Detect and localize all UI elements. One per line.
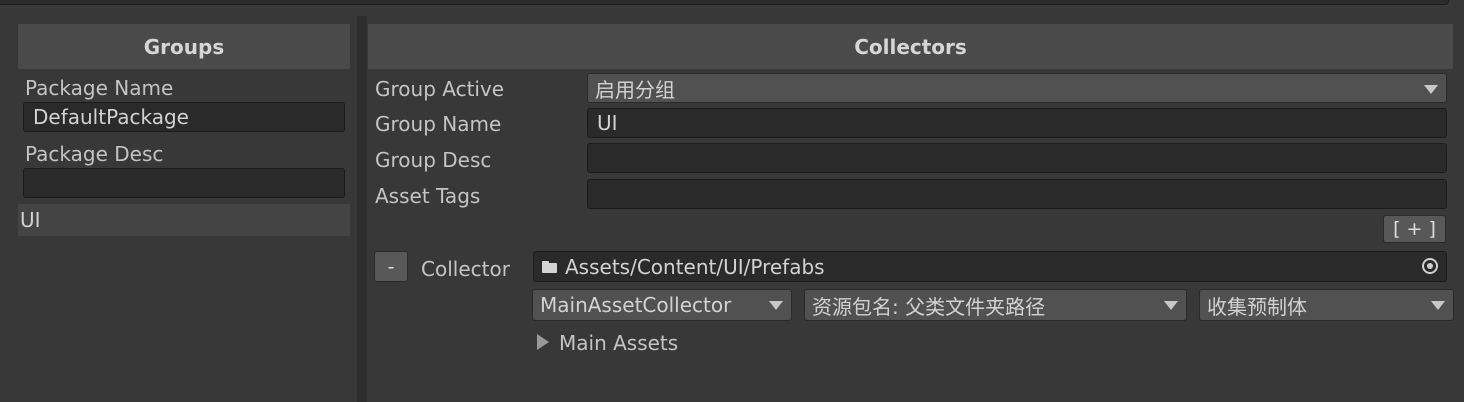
address-rule-value: 资源包名: 父类文件夹路径 [812, 294, 1046, 319]
group-desc-label: Group Desc [375, 148, 492, 172]
asset-tags-field[interactable] [587, 179, 1447, 209]
collector-path-field[interactable]: Assets/Content/UI/Prefabs [533, 251, 1447, 282]
groups-header: Groups [18, 24, 350, 69]
dropdown-caret-icon [769, 301, 783, 310]
asset-tags-label: Asset Tags [375, 184, 481, 208]
collector-path-value: Assets/Content/UI/Prefabs [565, 254, 825, 279]
add-collector-button[interactable]: [ + ] [1383, 215, 1446, 243]
group-list-item-ui[interactable]: UI [18, 204, 350, 236]
group-name-field[interactable]: UI [587, 108, 1447, 138]
collectors-header: Collectors [368, 24, 1453, 69]
package-name-label: Package Name [25, 76, 174, 100]
main-assets-foldout[interactable]: Main Assets [559, 331, 678, 355]
filter-rule-dropdown[interactable]: 收集预制体 [1199, 289, 1454, 321]
top-toolbar-edge [0, 0, 1449, 5]
package-desc-field[interactable] [23, 168, 345, 198]
dropdown-caret-icon [1431, 301, 1445, 310]
package-desc-label: Package Desc [25, 142, 164, 166]
group-active-value: 启用分组 [595, 77, 675, 102]
group-active-dropdown[interactable]: 启用分组 [587, 73, 1447, 103]
panel-splitter[interactable] [357, 16, 367, 402]
remove-collector-button[interactable]: - [374, 251, 408, 282]
dropdown-caret-icon [1164, 301, 1178, 310]
object-picker-icon[interactable] [1422, 258, 1438, 274]
address-rule-dropdown[interactable]: 资源包名: 父类文件夹路径 [804, 289, 1187, 321]
group-name-label: Group Name [375, 112, 502, 136]
package-name-field[interactable]: DefaultPackage [23, 102, 345, 132]
groups-panel: Groups Package Name DefaultPackage Packa… [16, 16, 356, 402]
filter-rule-value: 收集预制体 [1207, 294, 1307, 319]
folder-icon [542, 260, 557, 273]
collector-type-dropdown[interactable]: MainAssetCollector [532, 289, 792, 321]
group-active-label: Group Active [375, 77, 505, 101]
collector-label: Collector [421, 257, 510, 281]
collector-type-value: MainAssetCollector [540, 293, 732, 317]
dropdown-caret-icon [1424, 85, 1438, 94]
foldout-arrow-icon[interactable] [537, 334, 549, 350]
group-desc-field[interactable] [587, 143, 1447, 173]
